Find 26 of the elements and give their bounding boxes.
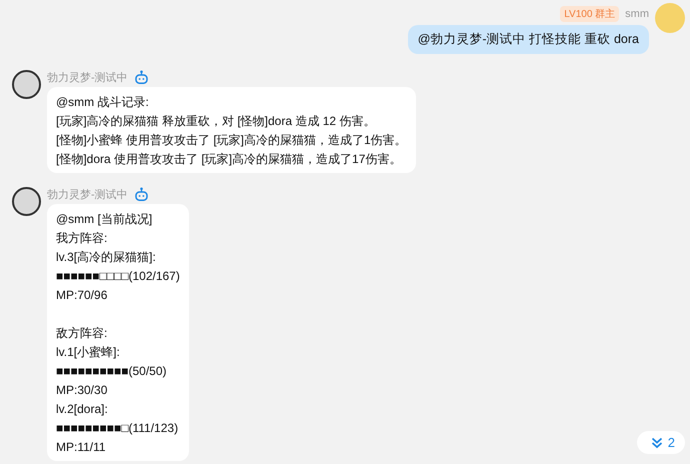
sender-name: 勃力灵梦-测试中 [47, 188, 128, 202]
sender-name: smm [625, 8, 649, 20]
message-line: ■■■■■■■■■□(111/123) [56, 420, 180, 437]
message-line: lv.3[高冷的屎猫猫]: [56, 249, 157, 266]
double-chevron-down-icon [650, 436, 663, 448]
message-line: MP:11/11 [56, 439, 107, 456]
message-line: MP:30/30 [56, 382, 108, 399]
unread-count: 2 [668, 435, 675, 450]
message-line: [玩家]高冷的屎猫猫 释放重砍，对 [怪物]dora 造成 12 伤害。 [56, 113, 376, 130]
message-line: ■■■■■■□□□□(102/167) [56, 268, 180, 285]
message-line: @smm 战斗记录: [56, 94, 150, 111]
message-line: lv.1[小蜜蜂]: [56, 344, 121, 361]
unread-messages-button[interactable]: 2 [636, 431, 685, 454]
message-line: 我方阵容: [56, 230, 108, 247]
message-line: @勃力灵梦-测试中 打怪技能 重砍 dora [418, 31, 639, 48]
message-line: MP:70/96 [56, 287, 108, 304]
message-line: ■■■■■■■■■■(50/50) [56, 363, 168, 380]
message-line: 敌方阵容: [56, 325, 108, 342]
role-badge: LV100 群主 [560, 6, 620, 22]
message-line: lv.2[dora]: [56, 401, 109, 418]
sender-name: 勃力灵梦-测试中 [47, 70, 128, 84]
avatar[interactable] [12, 187, 41, 216]
avatar[interactable] [12, 70, 41, 99]
message-line: [怪物]dora 使用普攻攻击了 [玩家]高冷的屎猫猫，造成了17伤害。 [56, 151, 402, 168]
message-line: [怪物]小蜜蜂 使用普攻攻击了 [玩家]高冷的屎猫猫，造成了1伤害。 [56, 132, 407, 149]
message-line: @smm [当前战况] [56, 211, 154, 228]
